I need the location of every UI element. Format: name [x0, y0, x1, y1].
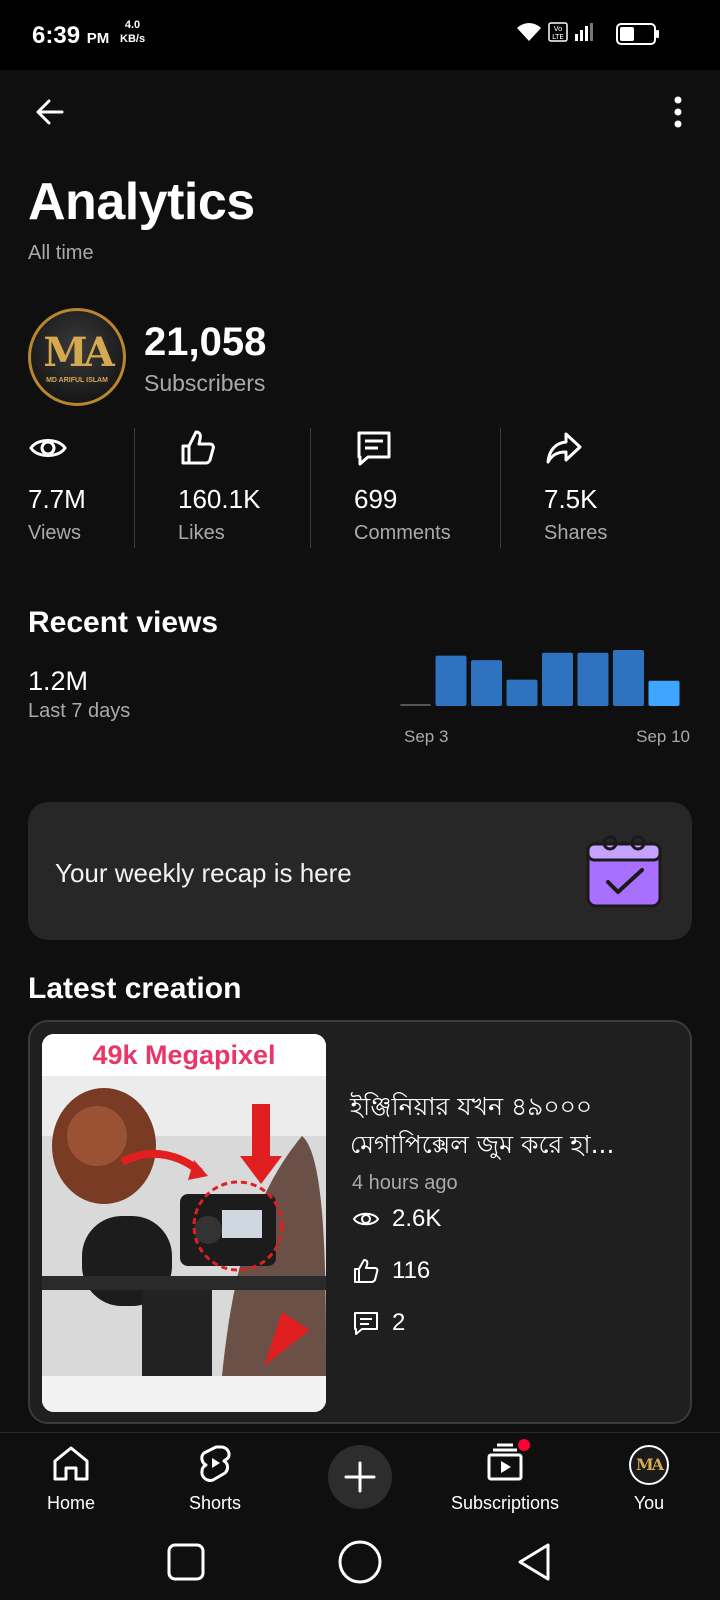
shorts-icon: [200, 1445, 231, 1482]
notification-dot: [518, 1439, 530, 1451]
stat-value: 160.1K: [178, 484, 261, 514]
nav-shorts[interactable]: Shorts: [150, 1439, 280, 1519]
divider: [310, 428, 311, 548]
stat-value: 699: [354, 484, 398, 514]
stat-label: Views: [28, 522, 81, 544]
battery-icon: [616, 22, 660, 51]
wifi-icon: [517, 23, 541, 41]
video-time: 4 hours ago: [352, 1172, 458, 1194]
video-thumbnail[interactable]: 49k Megapixel: [42, 1034, 326, 1412]
latest-creation-title: Latest creation: [28, 972, 242, 1005]
calendar-check-icon: [586, 835, 662, 908]
subscriber-count: 21,058: [144, 320, 267, 364]
nav-label: You: [633, 1493, 665, 1513]
nav-label: Home: [46, 1493, 95, 1513]
video-likes: 116: [352, 1256, 430, 1286]
nav-subscriptions[interactable]: Subscriptions: [440, 1439, 570, 1519]
recap-text: Your weekly recap is here: [55, 858, 352, 888]
video-title: ইঞ্জিনিয়ার যখন ৪৯০০০ মেগাপিক্সেল জুম কর…: [350, 1092, 615, 1159]
chart-bar: [542, 652, 573, 706]
stat-value: 7.5K: [544, 484, 598, 514]
nav-you[interactable]: MA You: [584, 1439, 714, 1519]
recent-views-value: 1.2M: [28, 666, 89, 696]
chart-bar: [648, 680, 680, 706]
home-icon: [53, 1446, 89, 1481]
recents-button[interactable]: [160, 1536, 212, 1588]
network-speed: 4.0 KB/s: [120, 19, 146, 45]
signal-icon: [575, 23, 593, 41]
circle-icon: [338, 1540, 382, 1584]
comment-icon: [354, 1312, 378, 1335]
chart-bar: [506, 679, 538, 706]
chart-bar: [435, 655, 467, 706]
divider: [134, 428, 135, 548]
page-title: Analytics: [28, 173, 255, 231]
recent-views-title: Recent views: [28, 606, 219, 639]
chart-bar: [613, 650, 644, 706]
chart-bar: [400, 704, 431, 706]
channel-avatar: MA MD ARIFUL ISLAM: [28, 308, 126, 406]
thumbs-up-icon: [354, 1259, 379, 1283]
nav-home[interactable]: Home: [6, 1439, 136, 1519]
stats-row: 7.7M Views 160.1K Likes 699 Comments 7.5…: [0, 428, 720, 548]
create-plus-icon: [344, 1461, 376, 1493]
chart-start-label: Sep 3: [404, 727, 448, 746]
square-icon: [167, 1543, 205, 1581]
recent-views-period: Last 7 days: [28, 700, 131, 722]
volte-icon: VoLTE: [548, 22, 568, 42]
stat-label: Likes: [178, 522, 225, 544]
stat-value: 7.7M: [28, 484, 86, 514]
thumbnail-footer: [42, 1376, 326, 1412]
status-icons: Vo LTE: [516, 22, 594, 42]
svg-text:Vo: Vo: [554, 25, 563, 33]
system-nav-bar: [0, 1524, 720, 1600]
bottom-nav: Home Shorts Subscriptions MA You: [0, 1432, 720, 1524]
chart-end-label: Sep 10: [636, 727, 690, 746]
svg-text:LTE: LTE: [552, 33, 564, 41]
time-range-label: All time: [28, 242, 94, 264]
more-vert-icon: [674, 96, 682, 128]
arrow-left-icon: [36, 99, 64, 125]
eye-icon: [352, 1212, 380, 1226]
chart-bar: [471, 660, 502, 706]
nav-label: Shorts: [188, 1493, 242, 1513]
stat-label: Comments: [354, 522, 451, 544]
recent-views-chart[interactable]: Sep 3 Sep 10: [400, 650, 692, 750]
divider: [500, 428, 501, 548]
create-button[interactable]: [328, 1445, 392, 1509]
status-time: 6:39 PM: [32, 22, 110, 49]
share-icon: [546, 432, 582, 464]
thumbnail-image: [42, 1076, 326, 1376]
video-comments: 2: [352, 1308, 405, 1338]
avatar: MA: [629, 1445, 669, 1485]
home-button[interactable]: [334, 1536, 386, 1588]
weekly-recap-card[interactable]: Your weekly recap is here: [28, 802, 692, 940]
latest-creation-card[interactable]: 49k Megapixel ইঞ্জিনিয়ার যখন ৪৯০০০ মেগা…: [28, 1020, 692, 1424]
triangle-back-icon: [518, 1543, 550, 1581]
eye-icon: [29, 439, 67, 457]
nav-label: Subscriptions: [450, 1493, 560, 1513]
video-views: 2.6K: [352, 1204, 441, 1234]
comment-icon: [357, 431, 391, 466]
stat-label: Shares: [544, 522, 608, 544]
back-nav-button[interactable]: [508, 1536, 560, 1588]
status-bar: 6:39 PM 4.0 KB/s Vo LTE: [0, 0, 720, 70]
back-button[interactable]: [28, 90, 72, 134]
more-options-button[interactable]: [656, 90, 700, 134]
thumbnail-headline: 49k Megapixel: [42, 1034, 326, 1076]
thumbs-up-icon: [181, 430, 215, 465]
chart-bar: [577, 652, 609, 706]
subscriber-label: Subscribers: [144, 370, 266, 396]
